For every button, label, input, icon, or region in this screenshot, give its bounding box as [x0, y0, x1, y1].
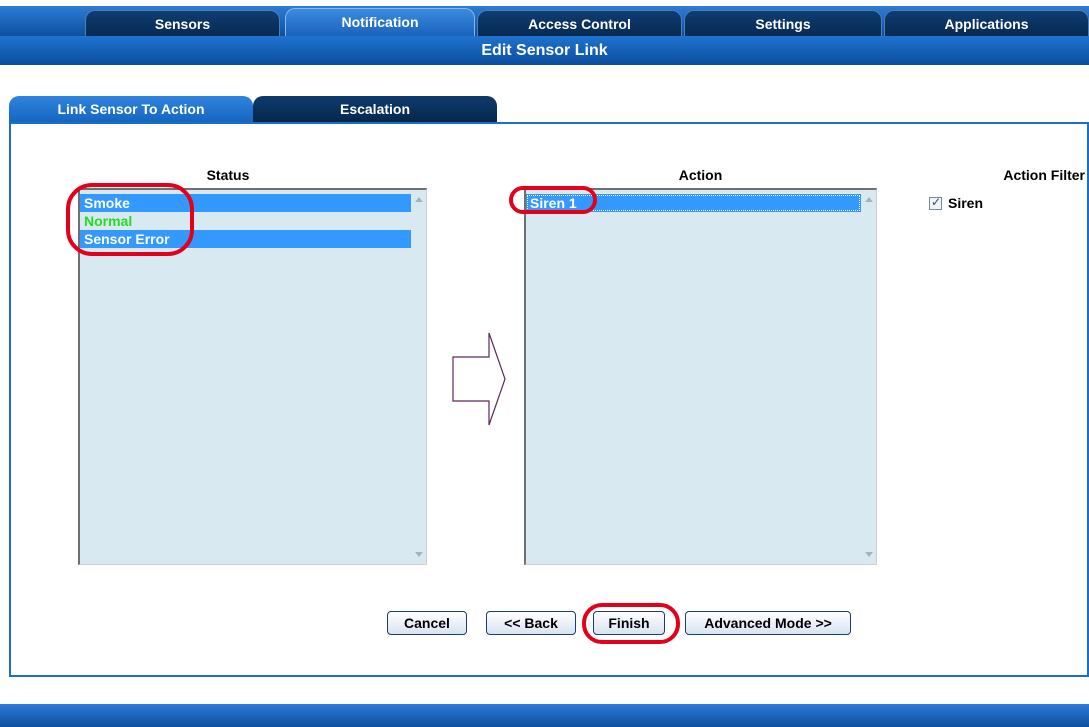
tab-notification[interactable]: Notification: [285, 8, 475, 36]
action-item-siren-1[interactable]: Siren 1: [526, 194, 861, 212]
top-navigation: Sensors Notification Access Control Sett…: [0, 0, 1089, 36]
siren-checkbox-label: Siren: [948, 195, 984, 211]
subtab-link-sensor-to-action[interactable]: Link Sensor To Action: [9, 96, 253, 123]
action-filter-title: Action Filter: [1003, 167, 1085, 183]
status-listbox[interactable]: Smoke Normal Sensor Error: [78, 188, 427, 565]
finish-button[interactable]: Finish: [593, 611, 665, 635]
back-button[interactable]: << Back: [486, 611, 576, 635]
scroll-down-icon[interactable]: [865, 552, 873, 557]
status-item-smoke[interactable]: Smoke: [80, 194, 411, 212]
action-listbox[interactable]: Siren 1: [524, 188, 877, 565]
status-title: Status: [206, 167, 250, 183]
siren-checkbox[interactable]: [929, 195, 942, 210]
advanced-mode-button[interactable]: Advanced Mode >>: [685, 611, 851, 635]
tab-applications[interactable]: Applications: [884, 10, 1089, 36]
cancel-button[interactable]: Cancel: [387, 611, 467, 635]
tab-access-control[interactable]: Access Control: [477, 10, 682, 36]
right-arrow-icon: [452, 332, 506, 426]
scroll-up-icon[interactable]: [415, 197, 423, 202]
scroll-up-icon[interactable]: [865, 197, 873, 202]
siren-filter-row: Siren: [929, 195, 983, 211]
tab-sensors[interactable]: Sensors: [85, 10, 280, 36]
action-scrollbar[interactable]: [861, 190, 876, 564]
status-item-sensor-error[interactable]: Sensor Error: [80, 230, 411, 248]
scroll-down-icon[interactable]: [415, 552, 423, 557]
subtab-escalation[interactable]: Escalation: [253, 96, 497, 123]
footer-bar: [0, 704, 1089, 727]
tab-settings[interactable]: Settings: [684, 10, 882, 36]
status-scrollbar[interactable]: [411, 190, 426, 564]
page-title: Edit Sensor Link: [0, 36, 1089, 65]
status-item-normal[interactable]: Normal: [80, 212, 411, 230]
action-title: Action: [678, 167, 723, 183]
